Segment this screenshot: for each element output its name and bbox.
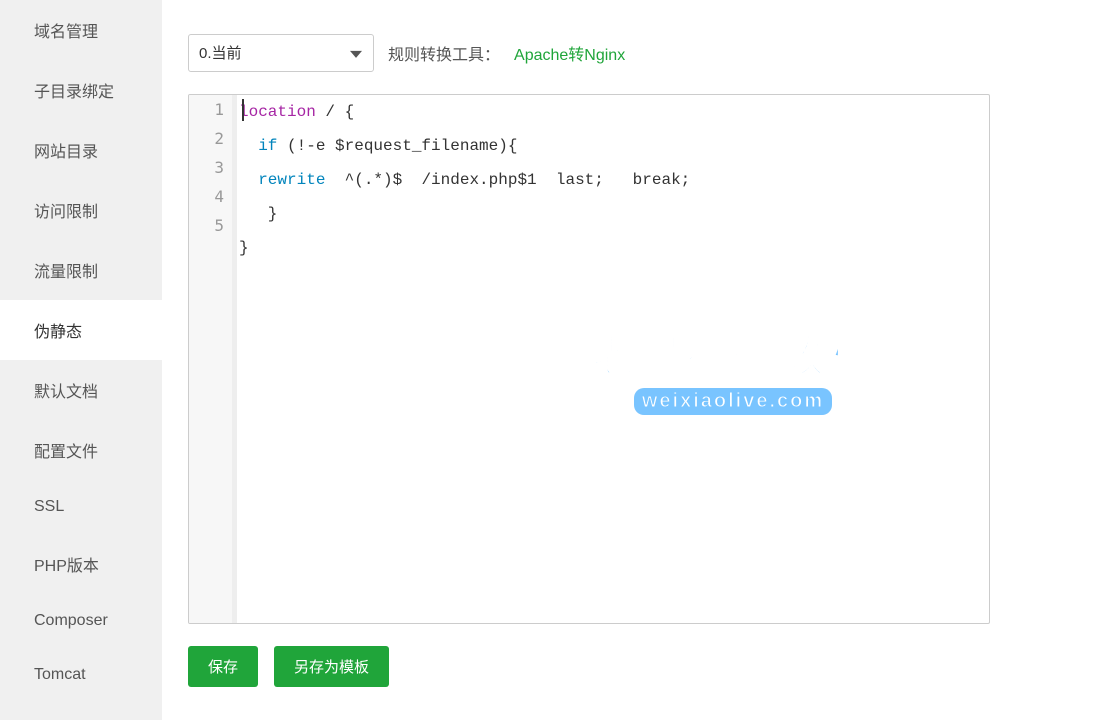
line-number: 3 <box>189 153 232 182</box>
apache-to-nginx-link[interactable]: Apache转Nginx <box>514 41 625 65</box>
line-number: 2 <box>189 124 232 153</box>
action-bar: 保存 另存为模板 <box>188 646 1118 687</box>
sidebar-item-webdir[interactable]: 网站目录 <box>0 120 162 180</box>
code-line[interactable]: location / { <box>237 95 989 129</box>
sidebar-item-access[interactable]: 访问限制 <box>0 180 162 240</box>
template-select-wrap: 0.当前 <box>188 34 374 72</box>
tool-label: 规则转换工具： <box>388 41 500 65</box>
sidebar-item-default-doc[interactable]: 默认文档 <box>0 360 162 420</box>
line-number: 5 <box>189 211 232 240</box>
line-number: 1 <box>189 95 232 124</box>
editor-gutter: 12345 <box>189 95 237 623</box>
template-select[interactable]: 0.当前 <box>188 34 374 72</box>
sidebar-item-domains[interactable]: 域名管理 <box>0 0 162 60</box>
editor-cursor <box>242 99 244 121</box>
code-editor[interactable]: 12345 location / { if (!-e $request_file… <box>188 94 990 624</box>
toolbar: 0.当前 规则转换工具： Apache转Nginx <box>188 34 1118 72</box>
code-line[interactable]: if (!-e $request_filename){ <box>237 129 989 163</box>
line-number: 4 <box>189 182 232 211</box>
editor-code[interactable]: location / { if (!-e $request_filename){… <box>237 95 989 623</box>
sidebar-item-ssl[interactable]: SSL <box>0 480 162 534</box>
sidebar-item-composer[interactable]: Composer <box>0 594 162 648</box>
sidebar-item-rewrite[interactable]: 伪静态 <box>0 300 162 360</box>
code-line[interactable]: } <box>237 197 989 231</box>
save-as-template-button[interactable]: 另存为模板 <box>274 646 389 687</box>
sidebar-item-config[interactable]: 配置文件 <box>0 420 162 480</box>
sidebar-item-php[interactable]: PHP版本 <box>0 534 162 594</box>
save-button[interactable]: 保存 <box>188 646 258 687</box>
sidebar: 域名管理子目录绑定网站目录访问限制流量限制伪静态默认文档配置文件SSLPHP版本… <box>0 0 162 720</box>
main-panel: 0.当前 规则转换工具： Apache转Nginx 12345 location … <box>162 0 1118 720</box>
sidebar-item-subdir[interactable]: 子目录绑定 <box>0 60 162 120</box>
sidebar-item-traffic[interactable]: 流量限制 <box>0 240 162 300</box>
code-line[interactable]: rewrite ^(.*)$ /index.php$1 last; break; <box>237 163 989 197</box>
code-line[interactable]: } <box>237 231 989 265</box>
sidebar-item-tomcat[interactable]: Tomcat <box>0 648 162 702</box>
